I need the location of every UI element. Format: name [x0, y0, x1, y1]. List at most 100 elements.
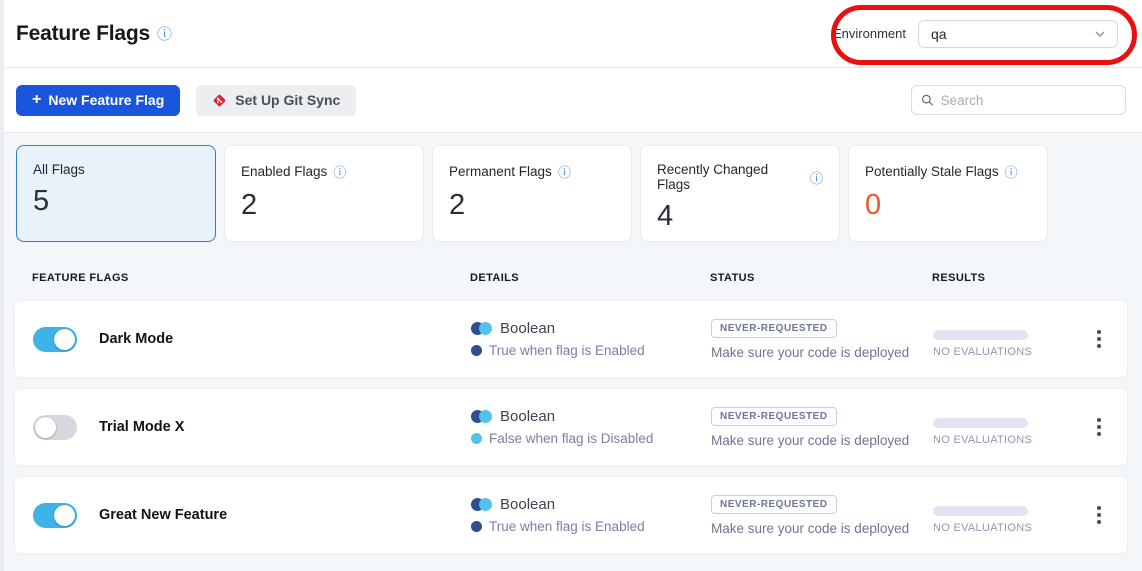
rule-line: True when flag is Enabled [471, 519, 711, 534]
details-cell: Boolean True when flag is Enabled [471, 320, 711, 358]
stat-label: All Flags [33, 162, 199, 177]
table-row[interactable]: Dark Mode Boolean True when flag is Enab… [14, 300, 1128, 378]
stat-value: 0 [865, 189, 1031, 222]
stat-card-potentially-stale-flags[interactable]: Potentially Stale Flags ⓘ 0 [848, 145, 1048, 242]
stat-card-permanent-flags[interactable]: Permanent Flags ⓘ 2 [432, 145, 632, 242]
results-bar [933, 330, 1028, 340]
flag-toggle[interactable] [33, 415, 77, 440]
flag-rule: False when flag is Disabled [489, 431, 653, 446]
environment-selector: Environment qa [833, 20, 1118, 48]
table-header: FEATURE FLAGS DETAILS STATUS RESULTS [14, 272, 1128, 284]
environment-label: Environment [833, 26, 906, 41]
results-cell: NO EVALUATIONS [933, 496, 1093, 534]
environment-value: qa [931, 26, 1093, 42]
flag-name: Trial Mode X [99, 419, 184, 435]
search-input[interactable] [941, 93, 1116, 108]
page-title: Feature Flags [16, 22, 150, 46]
results-label: NO EVALUATIONS [933, 434, 1093, 446]
results-label: NO EVALUATIONS [933, 522, 1093, 534]
chevron-down-icon [1093, 27, 1107, 41]
stat-label: Potentially Stale Flags ⓘ [865, 162, 1031, 181]
more-options-icon[interactable] [1093, 502, 1105, 528]
column-header-feature-flags: FEATURE FLAGS [32, 272, 470, 284]
value-dot-icon [471, 345, 482, 356]
stat-label: Recently Changed Flags ⓘ [657, 162, 823, 192]
more-options-icon[interactable] [1093, 326, 1105, 352]
column-header-status: STATUS [710, 272, 932, 284]
status-badge: NEVER-REQUESTED [711, 407, 837, 426]
info-icon[interactable]: ⓘ [1005, 162, 1018, 181]
value-dot-icon [471, 433, 482, 444]
details-cell: Boolean False when flag is Disabled [471, 408, 711, 446]
stat-card-recently-changed-flags[interactable]: Recently Changed Flags ⓘ 4 [640, 145, 840, 242]
toggle-knob [54, 505, 75, 526]
info-icon[interactable]: ⓘ [157, 23, 172, 44]
results-cell: NO EVALUATIONS [933, 408, 1093, 446]
git-sync-label: Set Up Git Sync [235, 92, 340, 108]
results-label: NO EVALUATIONS [933, 346, 1093, 358]
flag-rule: True when flag is Enabled [489, 519, 645, 534]
results-cell: NO EVALUATIONS [933, 320, 1093, 358]
new-feature-flag-button[interactable]: + New Feature Flag [16, 85, 180, 116]
info-icon[interactable]: ⓘ [810, 168, 823, 187]
details-cell: Boolean True when flag is Enabled [471, 496, 711, 534]
git-icon [212, 93, 227, 108]
page-header: Feature Flags ⓘ Environment qa [0, 0, 1142, 68]
status-cell: NEVER-REQUESTED Make sure your code is d… [711, 407, 933, 448]
flag-name: Great New Feature [99, 507, 227, 523]
status-note: Make sure your code is deployed [711, 521, 909, 536]
info-icon[interactable]: ⓘ [558, 162, 571, 181]
stat-card-enabled-flags[interactable]: Enabled Flags ⓘ 2 [224, 145, 424, 242]
menu-cell [1093, 502, 1142, 528]
stat-value: 5 [33, 185, 199, 218]
table-row[interactable]: Great New Feature Boolean True when flag… [14, 476, 1128, 554]
results-bar [933, 506, 1028, 516]
flag-rule: True when flag is Enabled [489, 343, 645, 358]
search-icon [921, 93, 934, 107]
boolean-type-icon [471, 322, 492, 335]
flag-toggle[interactable] [33, 327, 77, 352]
more-options-icon[interactable] [1093, 414, 1105, 440]
rule-line: False when flag is Disabled [471, 431, 711, 446]
flag-cell: Great New Feature [33, 503, 471, 528]
flag-toggle[interactable] [33, 503, 77, 528]
stat-label: Permanent Flags ⓘ [449, 162, 615, 181]
left-edge-strip [0, 0, 4, 571]
type-line: Boolean [471, 408, 711, 425]
toggle-knob [35, 417, 56, 438]
status-cell: NEVER-REQUESTED Make sure your code is d… [711, 495, 933, 536]
stat-value: 2 [449, 189, 615, 222]
environment-dropdown[interactable]: qa [918, 20, 1118, 48]
menu-cell [1093, 414, 1142, 440]
toolbar: + New Feature Flag Set Up Git Sync [0, 68, 1142, 133]
boolean-type-icon [471, 498, 492, 511]
plus-icon: + [32, 92, 41, 108]
status-badge: NEVER-REQUESTED [711, 495, 837, 514]
status-badge: NEVER-REQUESTED [711, 319, 837, 338]
type-line: Boolean [471, 320, 711, 337]
info-icon[interactable]: ⓘ [333, 162, 346, 181]
feature-flags-page: Feature Flags ⓘ Environment qa + New Fea… [0, 0, 1142, 571]
flag-type: Boolean [500, 320, 555, 337]
table-row[interactable]: Trial Mode X Boolean False when flag is … [14, 388, 1128, 466]
stat-card-all-flags[interactable]: All Flags 5 [16, 145, 216, 242]
value-dot-icon [471, 521, 482, 532]
boolean-type-icon [471, 410, 492, 423]
setup-git-sync-button[interactable]: Set Up Git Sync [196, 85, 356, 116]
stats-cards: All Flags 5 Enabled Flags ⓘ 2 Permanent … [16, 145, 1126, 242]
new-feature-flag-label: New Feature Flag [48, 92, 164, 108]
flag-cell: Dark Mode [33, 327, 471, 352]
column-header-details: DETAILS [470, 272, 710, 284]
flag-type: Boolean [500, 408, 555, 425]
flag-type: Boolean [500, 496, 555, 513]
status-note: Make sure your code is deployed [711, 345, 909, 360]
column-header-results: RESULTS [932, 272, 1092, 284]
status-note: Make sure your code is deployed [711, 433, 909, 448]
toggle-knob [54, 329, 75, 350]
flag-cell: Trial Mode X [33, 415, 471, 440]
results-bar [933, 418, 1028, 428]
search-box [911, 85, 1126, 115]
stat-value: 2 [241, 189, 407, 222]
stat-value: 4 [657, 200, 823, 233]
rule-line: True when flag is Enabled [471, 343, 711, 358]
